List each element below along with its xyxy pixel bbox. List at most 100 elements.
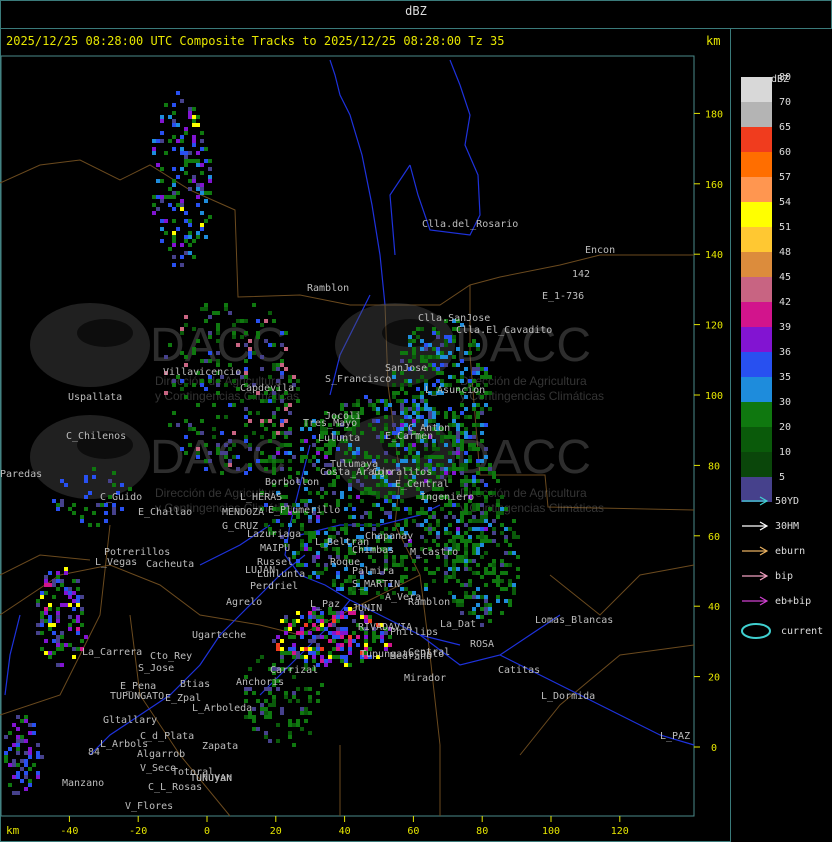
place-label: E_1-736 (542, 291, 584, 302)
radar-echo (184, 127, 188, 131)
radar-echo (340, 403, 344, 407)
radar-echo (300, 647, 304, 651)
radar-echo (44, 575, 48, 579)
radar-echo (376, 491, 380, 495)
radar-echo (312, 655, 316, 659)
radar-echo (404, 455, 408, 459)
radar-echo (308, 491, 312, 495)
radar-echo (168, 139, 172, 143)
radar-echo (204, 199, 208, 203)
place-label: C_Guido (100, 492, 142, 503)
radar-echo (444, 503, 448, 507)
radar-echo (456, 347, 460, 351)
radar-echo (392, 507, 396, 511)
radar-echo (204, 159, 208, 163)
radar-echo (40, 631, 44, 635)
radar-echo (320, 647, 324, 651)
radar-echo (296, 551, 300, 555)
radar-echo (60, 603, 64, 607)
radar-echo (184, 235, 188, 239)
radar-echo (164, 391, 168, 395)
radar-echo (272, 467, 276, 471)
y-tick-label: 140 (705, 250, 723, 261)
radar-echo (484, 499, 488, 503)
radar-echo (452, 419, 456, 423)
radar-echo (316, 571, 320, 575)
radar-echo (228, 463, 232, 467)
radar-echo (396, 523, 400, 527)
radar-echo (436, 523, 440, 527)
radar-echo (336, 571, 340, 575)
radar-echo (400, 575, 404, 579)
radar-echo (336, 447, 340, 451)
radar-echo (512, 531, 516, 535)
radar-echo (36, 751, 40, 755)
radar-echo (496, 499, 500, 503)
radar-echo (436, 331, 440, 335)
radar-echo (48, 603, 52, 607)
radar-echo (216, 339, 220, 343)
radar-echo (468, 527, 472, 531)
radar-echo (292, 619, 296, 623)
radar-echo (464, 583, 468, 587)
radar-echo (484, 375, 488, 379)
radar-echo (304, 563, 308, 567)
radar-echo (328, 483, 332, 487)
radar-echo (196, 431, 200, 435)
radar-echo (72, 619, 76, 623)
dbz-swatch-54 (741, 202, 772, 227)
radar-echo (24, 751, 28, 755)
radar-echo (444, 411, 448, 415)
radar-echo (192, 139, 196, 143)
place-label: SanJose (385, 363, 427, 374)
radar-echo (436, 367, 440, 371)
dbz-swatch-70 (741, 102, 772, 127)
x-tick-label: 60 (407, 826, 419, 837)
dbz-value-label: 30 (779, 397, 792, 408)
radar-echo (44, 591, 48, 595)
radar-echo (244, 435, 248, 439)
radar-echo (356, 399, 360, 403)
radar-echo (488, 611, 492, 615)
radar-echo (480, 491, 484, 495)
radar-echo (432, 471, 436, 475)
radar-echo (516, 575, 520, 579)
radar-echo (196, 447, 200, 451)
radar-echo (484, 467, 488, 471)
radar-echo (180, 243, 184, 247)
radar-echo (168, 187, 172, 191)
radar-echo (52, 631, 56, 635)
radar-echo (404, 447, 408, 451)
radar-echo (408, 511, 412, 515)
radar-echo (64, 587, 68, 591)
radar-echo (440, 363, 444, 367)
radar-echo (20, 739, 24, 743)
radar-echo (296, 399, 300, 403)
radar-echo (280, 363, 284, 367)
radar-echo (180, 99, 184, 103)
radar-echo (472, 515, 476, 519)
radar-echo (172, 179, 176, 183)
radar-echo (340, 583, 344, 587)
x-tick-label: 100 (542, 826, 560, 837)
radar-echo (72, 511, 76, 515)
radar-echo (464, 539, 468, 543)
radar-echo (412, 331, 416, 335)
radar-echo (276, 451, 280, 455)
radar-echo (508, 579, 512, 583)
radar-echo (472, 403, 476, 407)
radar-echo (180, 139, 184, 143)
radar-echo (292, 643, 296, 647)
radar-echo (488, 571, 492, 575)
radar-echo (380, 479, 384, 483)
radar-echo (476, 603, 480, 607)
radar-echo (340, 643, 344, 647)
radar-echo (28, 747, 32, 751)
radar-echo (516, 555, 520, 559)
radar-echo (428, 455, 432, 459)
radar-echo (232, 331, 236, 335)
dbz-value-label: 80 (779, 72, 792, 83)
radar-echo (32, 731, 36, 735)
radar-map[interactable]: -40 -20 0 20 40 60 80 100 1201801601401201008060… (0, 55, 729, 840)
radar-echo (336, 627, 340, 631)
